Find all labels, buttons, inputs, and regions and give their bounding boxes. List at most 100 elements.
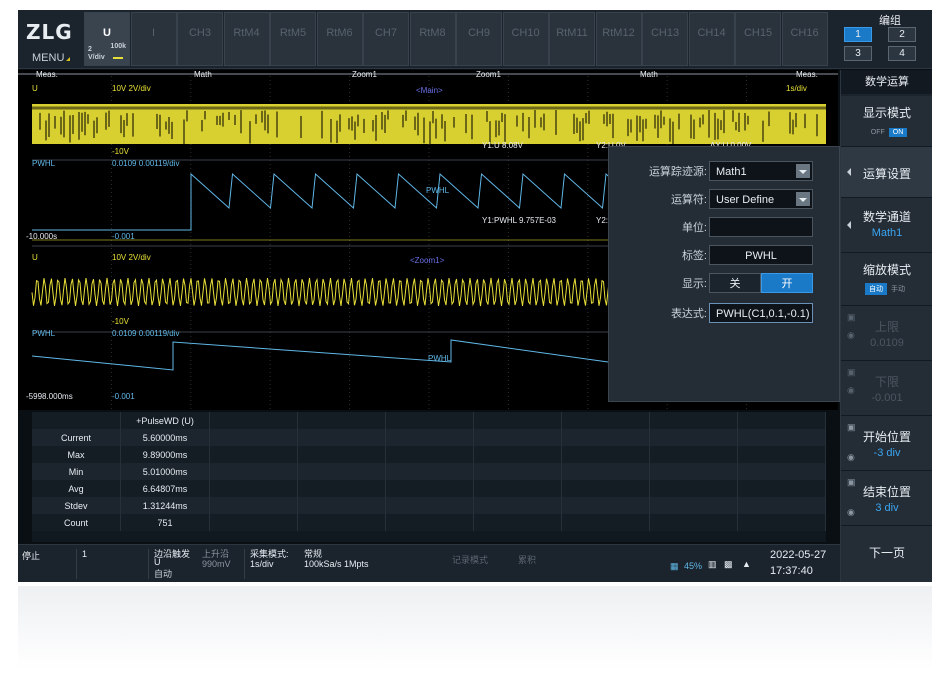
usb-icon[interactable]: ▥ (708, 559, 717, 570)
tab-ch15[interactable]: CH15 (735, 12, 781, 66)
wifi-icon[interactable]: ▲ (742, 559, 751, 569)
empty-cell (473, 497, 562, 514)
tab-i[interactable]: I (130, 12, 177, 66)
zone-label-meas-2: Meas. (796, 70, 818, 79)
row-label: Avg (32, 480, 121, 497)
empty-cell (473, 412, 562, 429)
tab-ch10[interactable]: CH10 (502, 12, 549, 66)
row-value: 5.01000ms (120, 463, 210, 480)
row-value: 1.31244ms (120, 497, 210, 514)
tag-input[interactable]: PWHL (709, 245, 813, 265)
storage-percent: 45% (684, 561, 703, 571)
chevron-left-icon (847, 221, 851, 229)
empty-cell (561, 429, 650, 446)
unit-input[interactable] (709, 217, 813, 237)
zone-label-math: Math (194, 70, 212, 79)
table-row: Min 5.01000ms (32, 463, 826, 480)
run-state[interactable]: 停止 (22, 549, 40, 562)
zoom-mode-manual[interactable]: 手动 (887, 283, 909, 295)
empty-cell (737, 497, 826, 514)
tab-ch3[interactable]: CH3 (177, 12, 223, 66)
zoom-mode-auto[interactable]: 自动 (865, 283, 887, 295)
empty-cell (209, 497, 298, 514)
operator-value: User Define (716, 194, 775, 206)
empty-cell (737, 429, 826, 446)
group-button-1[interactable]: 1 (844, 27, 872, 42)
tab-ch16[interactable]: CH16 (781, 12, 828, 66)
source-label: 运算踪迹源: (648, 166, 707, 178)
operator-dropdown[interactable]: User Define (709, 189, 813, 209)
zoom-mode-button[interactable]: 缩放模式 自动 手动 (841, 253, 932, 306)
tab-ch13[interactable]: CH13 (642, 12, 688, 66)
empty-cell (209, 429, 298, 446)
tab-rtm6[interactable]: RtM6 (316, 12, 363, 66)
group-button-2[interactable]: 2 (888, 27, 916, 42)
tab-label: CH10 (511, 27, 540, 39)
row-label: Min (32, 463, 121, 480)
source-value: Math1 (716, 166, 747, 178)
display-mode-off[interactable]: OFF (867, 128, 889, 137)
tab-label: U (103, 27, 111, 39)
group-button-4[interactable]: 4 (888, 46, 916, 61)
tab-ch7[interactable]: CH7 (363, 12, 409, 66)
tab-u[interactable]: U 2 V/div 100k (84, 12, 130, 66)
start-position-button[interactable]: ▣ ◉ 开始位置 -3 div (841, 416, 932, 471)
calc-settings-button[interactable]: 运算设置 (841, 147, 932, 198)
next-page-button[interactable]: 下一页 (841, 526, 932, 582)
sidebar: 数学运算 显示模式 OFF ON 运算设置 数学通道 Math1 缩放模式 自动手… (840, 70, 932, 582)
empty-cell (649, 497, 738, 514)
math-settings-panel: 运算踪迹源: Math1 运算符: User Define 单位: 标签: PW… (608, 146, 840, 402)
empty-cell (561, 412, 650, 429)
display-off-toggle[interactable]: 关 (709, 273, 761, 293)
tab-ch9[interactable]: CH9 (456, 12, 502, 66)
top-bar: ZLG MENU U 2 V/div 100k I CH3 RtM4 RtM5 RtM6 CH7… (18, 10, 932, 69)
chevron-down-icon (799, 198, 807, 202)
empty-cell (297, 480, 386, 497)
tab-rtm11[interactable]: RtM11 (549, 12, 595, 66)
w2-cursor-2: Y2: (596, 216, 609, 225)
w4-tag: PWHL (428, 354, 452, 363)
empty-cell (737, 412, 826, 429)
w1-scale: 10V 2V/div (112, 84, 151, 93)
storage-icon: ▦ (670, 561, 679, 571)
upper-limit-button[interactable]: ▣ ◉ 上限 0.0109 (841, 306, 932, 361)
ch1-zoom-trace (31, 277, 610, 307)
menu-button[interactable]: MENU (32, 52, 70, 64)
empty-cell (649, 412, 738, 429)
empty-cell (297, 429, 386, 446)
lower-limit-button[interactable]: ▣ ◉ 下限 -0.001 (841, 361, 932, 416)
oscilloscope-screen: ZLG MENU U 2 V/div 100k I CH3 RtM4 RtM5 RtM6 CH7… (18, 10, 932, 582)
trigger-source: U (154, 557, 161, 567)
tab-rtm5[interactable]: RtM5 (270, 12, 316, 66)
group-button-3[interactable]: 3 (844, 46, 872, 61)
table-header-row: +PulseWD (U) (32, 412, 826, 429)
end-position-button[interactable]: ▣ ◉ 结束位置 3 div (841, 471, 932, 526)
tag-row: 标签: PWHL (609, 245, 839, 269)
display-row: 显示: 关 开 (609, 273, 839, 297)
source-dropdown[interactable]: Math1 (709, 161, 813, 181)
w2-scale: 0.0109 0.00119/div (112, 159, 180, 168)
trigger-level: 990mV (202, 559, 231, 569)
empty-cell (649, 429, 738, 446)
trigger-mode: 自动 (154, 569, 173, 579)
ch1-main-trace (32, 104, 826, 144)
tab-ch14[interactable]: CH14 (688, 12, 735, 66)
expression-input[interactable]: PWHL(C1,0.1,-0.1) (709, 303, 813, 323)
display-on-toggle[interactable]: 开 (761, 273, 813, 293)
record-mode[interactable]: 记录模式 (452, 553, 488, 566)
display-mode-button[interactable]: 显示模式 OFF ON (841, 96, 932, 147)
empty-cell (385, 446, 474, 463)
display-mode-on[interactable]: ON (888, 128, 908, 137)
math-channel-button[interactable]: 数学通道 Math1 (841, 198, 932, 253)
tab-rtm4[interactable]: RtM4 (223, 12, 270, 66)
tab-rtm12[interactable]: RtM12 (595, 12, 642, 66)
operator-row: 运算符: User Define (609, 189, 839, 213)
divider (76, 549, 77, 579)
display-icon[interactable]: ▩ (724, 559, 733, 570)
empty-cell (737, 480, 826, 497)
empty-cell (737, 446, 826, 463)
lock-icon: ▣ (847, 367, 856, 377)
empty-cell (385, 480, 474, 497)
accumulate[interactable]: 累积 (518, 553, 536, 566)
tab-rtm8[interactable]: RtM8 (409, 12, 456, 66)
